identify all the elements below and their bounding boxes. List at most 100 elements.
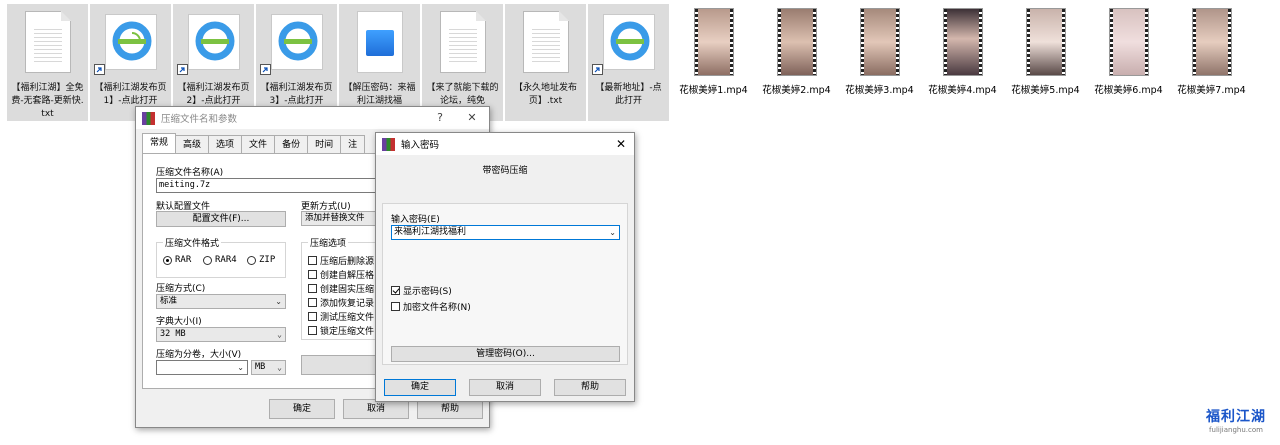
encrypt-file-names-checkbox[interactable]: 加密文件名称(N): [391, 300, 471, 313]
shortcut-arrow-icon: [177, 64, 188, 75]
video-thumbnail: [859, 8, 900, 76]
file-name: 花椒美婷1.mp4: [679, 85, 748, 96]
shortcut-arrow-icon: [94, 64, 105, 75]
video-thumbnail: [942, 8, 983, 76]
delete-after-checkbox[interactable]: 压缩后删除源: [308, 254, 374, 267]
file-name: 花椒美婷2.mp4: [762, 85, 831, 96]
file-item[interactable]: 花椒美婷5.mp4: [1005, 4, 1086, 104]
file-item[interactable]: 花椒美婷6.mp4: [1088, 4, 1169, 104]
file-item[interactable]: 【解压密码：来福利江湖找福: [339, 4, 420, 121]
internet-shortcut-icon: [104, 14, 157, 70]
show-password-checkbox[interactable]: 显示密码(S): [391, 284, 452, 297]
file-name: 花椒美婷4.mp4: [928, 85, 997, 96]
file-item[interactable]: 【福利江湖发布页1】-点此打开: [90, 4, 171, 121]
file-item[interactable]: 【来了就能下载的论坛，纯免: [422, 4, 503, 121]
recovery-record-checkbox[interactable]: 添加恢复记录: [308, 296, 374, 309]
tab-files[interactable]: 文件: [241, 135, 276, 154]
dictionary-size-select[interactable]: 32 MB ⌄: [156, 327, 286, 342]
winrar-app-icon: [142, 111, 155, 125]
file-name: 【最新地址】-点此打开: [595, 83, 662, 106]
file-item[interactable]: 花椒美婷4.mp4: [922, 4, 1003, 104]
manage-passwords-button[interactable]: 管理密码(O)...: [391, 346, 620, 362]
file-name: 【福利江湖】全免费-无套路-更新快.txt: [11, 83, 84, 119]
compression-method-label: 压缩方式(C): [156, 284, 206, 294]
split-volume-label: 压缩为分卷，大小(V): [156, 350, 242, 360]
file-name: 【解压密码：来福利江湖找福: [343, 83, 416, 106]
compression-method-select[interactable]: 标准 ⌄: [156, 294, 286, 309]
file-name: 花椒美婷3.mp4: [845, 85, 914, 96]
winrar-app-icon: [382, 137, 395, 151]
profiles-button[interactable]: 配置文件(F)...: [156, 211, 286, 227]
close-icon[interactable]: ✕: [458, 107, 486, 129]
dialog-title: 输入密码: [401, 140, 440, 151]
file-name: 花椒美婷6.mp4: [1094, 85, 1163, 96]
tab-time[interactable]: 时间: [307, 135, 342, 154]
create-solid-checkbox[interactable]: 创建固实压缩: [308, 282, 374, 295]
image-file-icon: [356, 11, 403, 73]
file-name: 【永久地址发布页】.txt: [513, 83, 577, 106]
password-help-button[interactable]: 帮助: [554, 379, 626, 396]
create-sfx-checkbox[interactable]: 创建自解压格: [308, 268, 374, 281]
format-rar4-radio[interactable]: RAR4: [203, 255, 237, 265]
close-icon[interactable]: ✕: [607, 133, 635, 155]
help-title-button[interactable]: ?: [426, 107, 454, 129]
tab-backup[interactable]: 备份: [274, 135, 309, 154]
watermark-url: fulijianghu.com: [1209, 426, 1263, 434]
file-item[interactable]: 【福利江湖发布页2】-点此打开: [173, 4, 254, 121]
dialog-title: 压缩文件名和参数: [161, 114, 238, 125]
test-archive-checkbox[interactable]: 测试压缩文件: [308, 310, 374, 323]
archive-name-label: 压缩文件名称(A): [156, 168, 224, 178]
dialog-heading: 带密码压缩: [482, 166, 528, 176]
password-input[interactable]: 来福利江湖找福利 ⌄: [391, 225, 620, 240]
text-document-icon: [522, 11, 569, 73]
text-document-icon: [24, 11, 71, 73]
archive-format-group: 压缩文件格式 RAR RAR4 ZIP: [156, 236, 286, 278]
video-thumbnail: [776, 8, 817, 76]
file-item[interactable]: 花椒美婷7.mp4: [1171, 4, 1252, 104]
tab-options[interactable]: 选项: [208, 135, 243, 154]
site-watermark: 福利江湖 fulijianghu.com: [1198, 406, 1274, 440]
tab-comment[interactable]: 注: [340, 135, 366, 154]
file-item[interactable]: 花椒美婷3.mp4: [839, 4, 920, 104]
tab-advanced[interactable]: 高级: [175, 135, 210, 154]
file-item[interactable]: 【最新地址】-点此打开: [588, 4, 669, 121]
password-cancel-button[interactable]: 取消: [469, 379, 541, 396]
internet-shortcut-icon: [270, 14, 323, 70]
file-name: 【福利江湖发布页2】-点此打开: [177, 83, 250, 106]
file-item[interactable]: 【永久地址发布页】.txt: [505, 4, 586, 121]
split-volume-input[interactable]: ⌄: [156, 360, 248, 375]
tab-bar: 常规 高级 选项 文件 备份 时间 注: [142, 133, 366, 154]
watermark-logo: 福利江湖: [1206, 409, 1266, 425]
password-panel: 输入密码(E) 来福利江湖找福利 ⌄ 显示密码(S) 加密文件名称(N) 管理密码…: [382, 203, 628, 365]
internet-shortcut-icon: [187, 14, 240, 70]
file-item[interactable]: 【福利江湖】全免费-无套路-更新快.txt: [7, 4, 88, 121]
tab-general[interactable]: 常规: [142, 133, 177, 154]
dictionary-size-label: 字典大小(I): [156, 317, 202, 327]
video-thumbnail: [1108, 8, 1149, 76]
archive-help-button[interactable]: 帮助: [417, 399, 483, 419]
archive-cancel-button[interactable]: 取消: [343, 399, 409, 419]
archive-ok-button[interactable]: 确定: [269, 399, 335, 419]
file-item[interactable]: 花椒美婷1.mp4: [673, 4, 754, 104]
file-name: 花椒美婷7.mp4: [1177, 85, 1246, 96]
file-name: 【福利江湖发布页1】-点此打开: [94, 83, 167, 106]
text-document-icon: [439, 11, 486, 73]
shortcut-arrow-icon: [260, 64, 271, 75]
format-rar-radio[interactable]: RAR: [163, 255, 191, 265]
split-unit-select[interactable]: MB ⌄: [251, 360, 286, 375]
video-thumbnail: [1025, 8, 1066, 76]
archive-options-label: 压缩选项: [308, 236, 349, 249]
file-name: 【福利江湖发布页3】-点此打开: [260, 83, 333, 106]
lock-archive-checkbox[interactable]: 锁定压缩文件: [308, 324, 374, 337]
archive-format-label: 压缩文件格式: [163, 236, 222, 249]
format-zip-radio[interactable]: ZIP: [247, 255, 275, 265]
file-name: 花椒美婷5.mp4: [1011, 85, 1080, 96]
file-name: 【来了就能下载的论坛，纯免: [426, 83, 499, 106]
internet-shortcut-icon: [602, 14, 655, 70]
video-thumbnail: [693, 8, 734, 76]
password-label: 输入密码(E): [391, 215, 440, 225]
file-item[interactable]: 【福利江湖发布页3】-点此打开: [256, 4, 337, 121]
file-item[interactable]: 花椒美婷2.mp4: [756, 4, 837, 104]
dialog-titlebar: 输入密码 ✕: [376, 133, 634, 155]
password-ok-button[interactable]: 确定: [384, 379, 456, 396]
